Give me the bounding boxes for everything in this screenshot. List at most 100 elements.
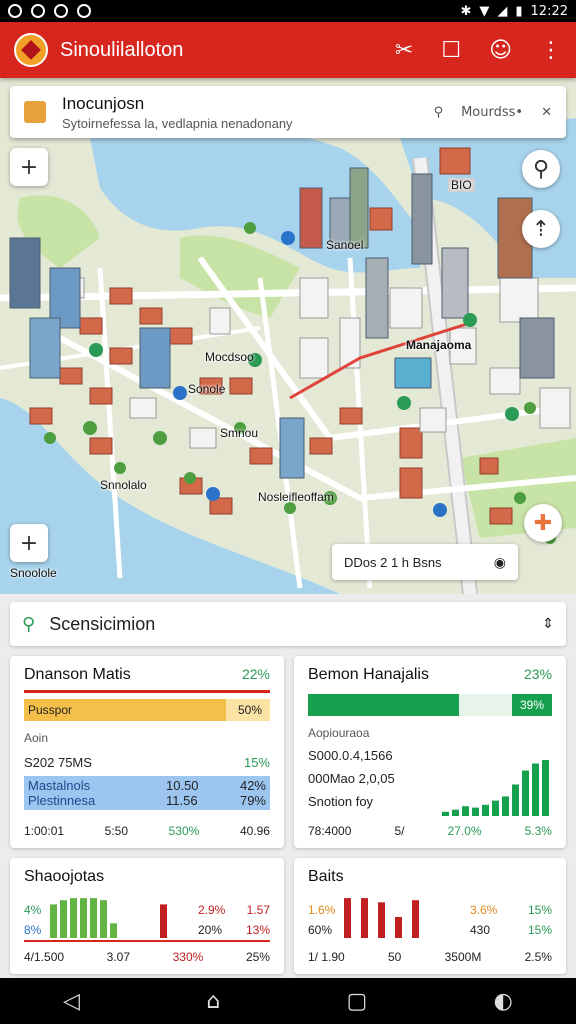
app-title: Sinoulilalloton — [60, 38, 184, 61]
system-nav-bar: ◁ ⌂ ▢ ◐ — [0, 978, 576, 1024]
progress-fill — [308, 694, 460, 716]
close-icon[interactable]: ✕ — [541, 105, 552, 120]
map-label: Snoolole — [10, 566, 57, 580]
chart-bar — [90, 898, 97, 938]
zoom-in-button[interactable]: + — [10, 148, 48, 186]
chart-bar — [482, 804, 489, 816]
card-percent: 23% — [523, 666, 552, 682]
map-label: Sanoel — [326, 238, 364, 252]
cup-icon[interactable]: ☐ — [441, 38, 461, 63]
chart-bar — [462, 806, 469, 816]
chart-bar — [532, 763, 539, 816]
tools-icon[interactable]: ✂ — [395, 38, 413, 63]
stat-value: 15% — [243, 755, 270, 770]
search-icon: ⚲ — [22, 613, 36, 635]
stats-card[interactable]: Bemon Hanajalis 23% 39% Aopiouraoa S000.0… — [294, 656, 566, 848]
chart-bar — [378, 902, 385, 938]
search-title: Inocunjosn — [62, 93, 145, 113]
bar-label: Pusspor — [28, 703, 73, 717]
map-label: Sonole — [188, 382, 226, 396]
card-title: Baits — [308, 868, 344, 885]
route-chip-text: DDos 2 1 h Bsns — [344, 554, 442, 570]
bar-value: 50% — [237, 703, 262, 717]
chart-bar — [395, 917, 402, 938]
map-label: Snnolalo — [100, 478, 147, 492]
stats-card[interactable]: Dnanson Matis 22% Pusspor 50% Aoin S202 7… — [10, 656, 284, 848]
table-row[interactable]: Plestinnesa 11.56 79% — [28, 793, 266, 808]
chart-bar — [344, 898, 351, 938]
small-label: Aopiouraoa — [308, 726, 370, 740]
chart-bar — [160, 904, 167, 938]
voice-icon[interactable]: ◉ — [494, 554, 506, 571]
recents-icon[interactable]: ▢ — [347, 989, 368, 1014]
card-title: Shaoojotas — [24, 868, 105, 885]
map-label: Mocdsoo — [205, 350, 254, 364]
signal-icon: ◢ — [497, 3, 508, 19]
map-tag: BIO — [448, 178, 475, 192]
place-icon — [24, 101, 46, 123]
chart-bar — [60, 900, 67, 938]
chart-bar — [542, 760, 549, 816]
status-bar: ✱ ▼ ◢ ▮ 12:22 — [0, 0, 576, 22]
card-title: Bemon Hanajalis — [308, 666, 429, 683]
notification-icon — [77, 4, 91, 18]
stats-card[interactable]: Shaoojotas 4% 8% 2.9% 20% 1.57 13% 4/1.5… — [10, 858, 284, 974]
back-icon[interactable]: ◁ — [63, 989, 80, 1014]
map-label: Manajaoma — [406, 338, 472, 352]
profile-icon[interactable]: ☺ — [489, 38, 512, 63]
notification-icon — [8, 4, 22, 18]
stats-card[interactable]: Baits 1.6% 60% 3.6% 430 15% 15% 1/ 1.90 5… — [294, 858, 566, 974]
add-button[interactable]: + — [10, 524, 48, 562]
chart-bar — [412, 900, 419, 938]
chart-bar — [502, 796, 509, 816]
expand-icon[interactable]: ⇕ — [542, 616, 554, 632]
map-view[interactable]: Sanoel Mocdsoo Sonole Smnou Snnolalo Man… — [0, 78, 576, 594]
progress-bar: Pusspor 50% — [24, 699, 270, 721]
stat-label: S202 75MS — [24, 755, 92, 770]
compass-icon[interactable]: ⚲ — [522, 150, 560, 188]
divider — [24, 690, 270, 693]
battery-icon: ▮ — [515, 3, 523, 19]
search-card[interactable]: Inocunjosn Sytoirnefessa la, vedlapnia n… — [10, 86, 566, 138]
location-icon[interactable]: ⇡ — [522, 210, 560, 248]
chart-bar — [361, 898, 368, 938]
chart-bar — [452, 809, 459, 816]
chart-bar — [512, 784, 519, 816]
notification-icon — [54, 4, 68, 18]
chart-bar — [50, 904, 57, 938]
map-label: Nosleifleoffam — [258, 490, 334, 504]
card-footer: 78:4000 5/27.0% 5.3% — [308, 824, 552, 838]
divider — [24, 940, 270, 942]
red-bar-chart — [344, 898, 419, 938]
route-chip[interactable]: DDos 2 1 h Bsns ◉ — [332, 544, 518, 580]
search-icon[interactable]: ⚲ — [434, 105, 444, 120]
small-label: Aoin — [24, 731, 49, 745]
app-bar: Sinoulilalloton ✂ ☐ ☺ ⋮ — [0, 22, 576, 78]
app-logo — [14, 33, 48, 67]
navigate-button[interactable]: ✚ — [524, 504, 562, 542]
more-icon[interactable]: ⋮ — [540, 38, 562, 63]
panel-search-bar[interactable]: ⚲ Scensicimion ⇕ — [10, 602, 566, 646]
clock: 12:22 — [530, 3, 568, 19]
notification-icon — [31, 4, 45, 18]
bar-value: 39% — [511, 694, 552, 716]
chart-bar — [70, 898, 77, 938]
map-label: Smnou — [220, 426, 259, 440]
bluetooth-icon: ✱ — [460, 3, 472, 19]
progress-bar: 39% — [308, 694, 552, 716]
map-canvas — [0, 78, 576, 594]
table-row[interactable]: Mastalnols 10.50 42% — [28, 778, 266, 793]
card-title: Dnanson Matis — [24, 666, 131, 683]
accessibility-icon[interactable]: ◐ — [494, 989, 513, 1014]
chart-bar — [442, 811, 449, 816]
card-footer: 1:00:01 5:50 530% 40.96 — [24, 824, 270, 838]
chart-bar — [100, 900, 107, 938]
chart-bar — [472, 807, 479, 816]
progress-fill: Pusspor — [24, 699, 226, 721]
card-footer: 4/1.500 3.07 330% 25% — [24, 950, 270, 964]
panel-search-label: Scensicimion — [49, 613, 156, 634]
search-subtitle: Sytoirnefessa la, vedlapnia nenadonany — [62, 115, 293, 131]
home-icon[interactable]: ⌂ — [206, 989, 220, 1014]
green-bar-chart — [50, 898, 117, 938]
mode-selector[interactable]: Mourdss• — [461, 105, 523, 120]
